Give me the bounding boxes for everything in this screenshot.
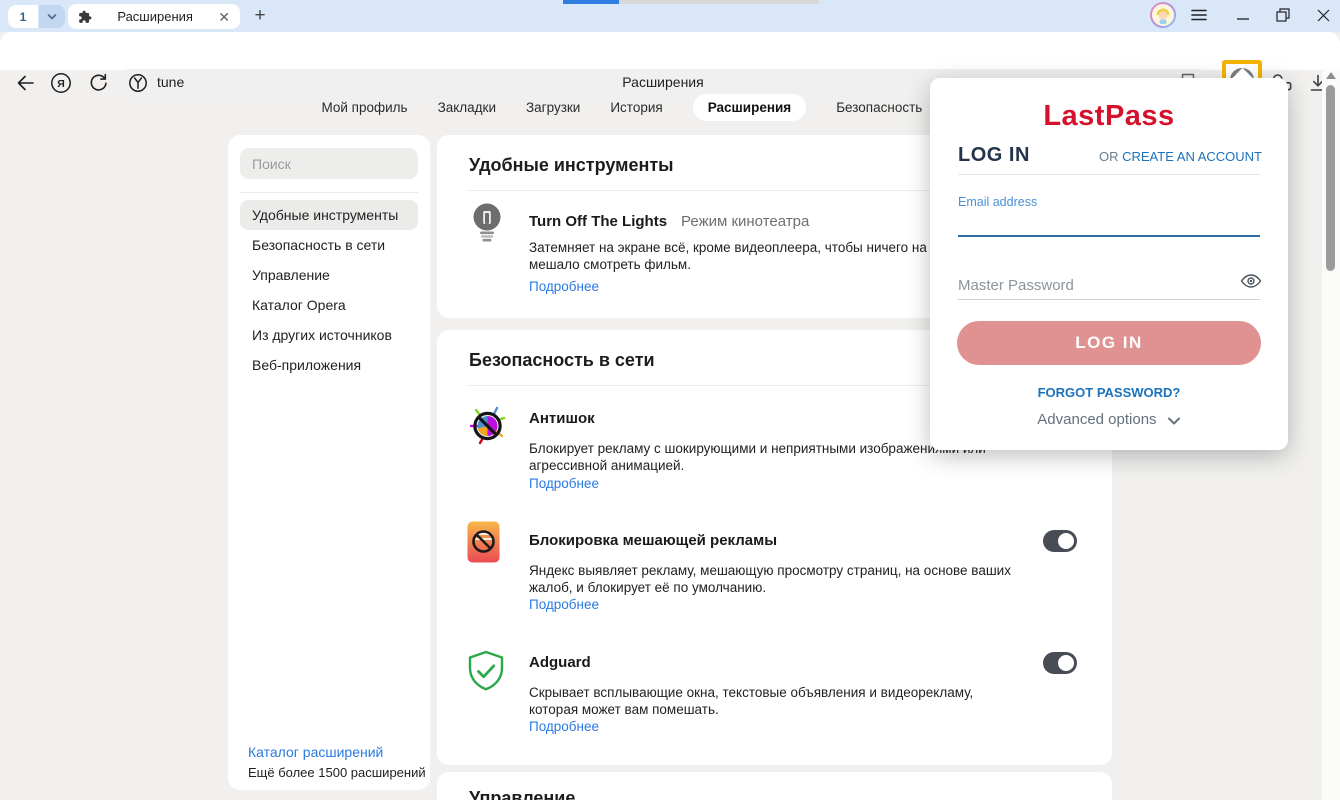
tab-list-chevron-button[interactable]	[39, 5, 65, 28]
refresh-icon	[87, 72, 109, 94]
sidebar-footer: Каталог расширений Ещё более 1500 расшир…	[248, 744, 426, 780]
close-icon	[1317, 9, 1330, 22]
window-close-button[interactable]	[1306, 0, 1340, 30]
extension-name: Adguard	[529, 654, 591, 671]
extensions-catalog-link[interactable]: Каталог расширений	[248, 744, 426, 760]
email-field[interactable]	[958, 210, 1260, 234]
or-text: OR	[1099, 149, 1122, 164]
toggle-knob	[1058, 655, 1074, 671]
yandex-home-button[interactable]: Я	[49, 71, 73, 95]
tab-downloads[interactable]: Загрузки	[526, 94, 580, 121]
toggle-knob	[1058, 533, 1074, 549]
tab-bookmarks[interactable]: Закладки	[438, 94, 496, 121]
extension-description: Яндекс выявляет рекламу, мешающую просмо…	[529, 562, 1024, 596]
browser-toolbar: Я tune Расширения ···	[0, 32, 1340, 70]
lastpass-popup: LastPass LOG IN OR CREATE AN ACCOUNT Ema…	[930, 78, 1288, 450]
window-restore-button[interactable]	[1266, 0, 1300, 30]
back-arrow-icon	[14, 72, 36, 94]
chevron-down-icon	[1167, 416, 1181, 426]
adblock-toggle[interactable]	[1043, 530, 1077, 552]
tab-my-profile[interactable]: Мой профиль	[321, 94, 407, 121]
advanced-options-label: Advanced options	[1037, 411, 1156, 428]
tab-loading-indicator-blue	[563, 0, 619, 4]
create-account-link[interactable]: CREATE AN ACCOUNT	[1122, 149, 1262, 164]
section-title: Безопасность в сети	[469, 350, 655, 371]
blocked-bug-icon	[466, 403, 510, 454]
svg-text:Я: Я	[57, 78, 65, 90]
sidebar-item-security[interactable]: Безопасность в сети	[240, 230, 418, 260]
tab-loading-indicator-gray	[619, 0, 819, 4]
eye-icon	[1240, 273, 1262, 289]
tab-title: Расширения	[92, 9, 218, 24]
hamburger-icon	[1191, 9, 1207, 21]
login-button[interactable]: LOG IN	[957, 321, 1261, 365]
scroll-up-arrow-icon[interactable]	[1326, 72, 1336, 79]
browser-window: 1 Расширения ✕ +	[0, 0, 1340, 800]
no-ads-icon	[466, 520, 502, 569]
yandex-icon: Я	[50, 72, 72, 94]
extension-name: Turn Off The Lights Режим кинотеатра	[529, 213, 809, 230]
section-management-card: Управление	[437, 772, 1112, 800]
more-details-link[interactable]: Подробнее	[529, 597, 599, 612]
tab-history[interactable]: История	[610, 94, 662, 121]
sidebar-item-web-apps[interactable]: Веб-приложения	[240, 350, 418, 380]
login-heading: LOG IN	[958, 144, 1030, 167]
section-title: Управление	[469, 788, 575, 800]
sidebar-item-other-sources[interactable]: Из других источников	[240, 320, 418, 350]
page-scrollbar[interactable]	[1322, 68, 1340, 800]
chevron-down-icon	[45, 10, 59, 24]
new-tab-button[interactable]: +	[246, 2, 274, 30]
email-underline	[958, 235, 1260, 237]
extensions-sidebar: Удобные инструменты Безопасность в сети …	[228, 135, 430, 790]
search-input[interactable]	[240, 148, 418, 179]
tab-bar: 1 Расширения ✕ +	[0, 0, 1340, 32]
refresh-button[interactable]	[86, 71, 110, 95]
extension-title-text: Turn Off The Lights	[529, 213, 667, 230]
scrollbar-thumb[interactable]	[1326, 85, 1335, 271]
tab-extensions[interactable]: Расширения	[693, 94, 806, 121]
extension-description: Скрывает всплывающие окна, текстовые объ…	[529, 684, 1019, 718]
more-details-link[interactable]: Подробнее	[529, 279, 599, 294]
tab-counter[interactable]: 1	[8, 5, 38, 28]
master-password-field[interactable]	[958, 274, 1228, 296]
show-password-button[interactable]	[1240, 273, 1262, 294]
restore-icon	[1276, 8, 1290, 22]
email-label: Email address	[958, 195, 1037, 209]
lastpass-logo: LastPass	[930, 100, 1288, 133]
advanced-options-toggle[interactable]: Advanced options	[930, 411, 1288, 428]
divider	[958, 174, 1260, 175]
forgot-password-link[interactable]: FORGOT PASSWORD?	[930, 385, 1288, 400]
extension-subtitle: Режим кинотеатра	[681, 213, 809, 230]
sidebar-item-tools[interactable]: Удобные инструменты	[240, 200, 418, 230]
back-button[interactable]	[13, 71, 37, 95]
tab-close-icon[interactable]: ✕	[218, 10, 230, 24]
extensions-catalog-note: Ещё более 1500 расширений	[248, 765, 426, 780]
sidebar-item-management[interactable]: Управление	[240, 260, 418, 290]
browser-tab[interactable]: Расширения ✕	[68, 4, 240, 29]
window-minimize-button[interactable]	[1226, 0, 1260, 30]
sidebar-category-list: Удобные инструменты Безопасность в сети …	[240, 200, 418, 380]
lightbulb-icon	[466, 201, 508, 252]
minimize-icon	[1237, 9, 1249, 21]
password-underline	[958, 299, 1260, 300]
more-details-link[interactable]: Подробнее	[529, 476, 599, 491]
browser-menu-button[interactable]	[1182, 0, 1216, 30]
sidebar-item-opera-catalog[interactable]: Каталог Opera	[240, 290, 418, 320]
tab-security[interactable]: Безопасность	[836, 94, 922, 121]
more-details-link[interactable]: Подробнее	[529, 719, 599, 734]
create-account-row: OR CREATE AN ACCOUNT	[1099, 149, 1262, 164]
section-title: Удобные инструменты	[469, 155, 674, 176]
puzzle-icon	[78, 10, 92, 24]
divider	[240, 192, 418, 193]
extension-name: Антишок	[529, 410, 595, 427]
avatar-icon	[1150, 2, 1176, 28]
adguard-toggle[interactable]	[1043, 652, 1077, 674]
shield-check-icon	[466, 650, 506, 699]
profile-avatar[interactable]	[1146, 0, 1180, 30]
extension-name: Блокировка мешающей рекламы	[529, 532, 777, 549]
